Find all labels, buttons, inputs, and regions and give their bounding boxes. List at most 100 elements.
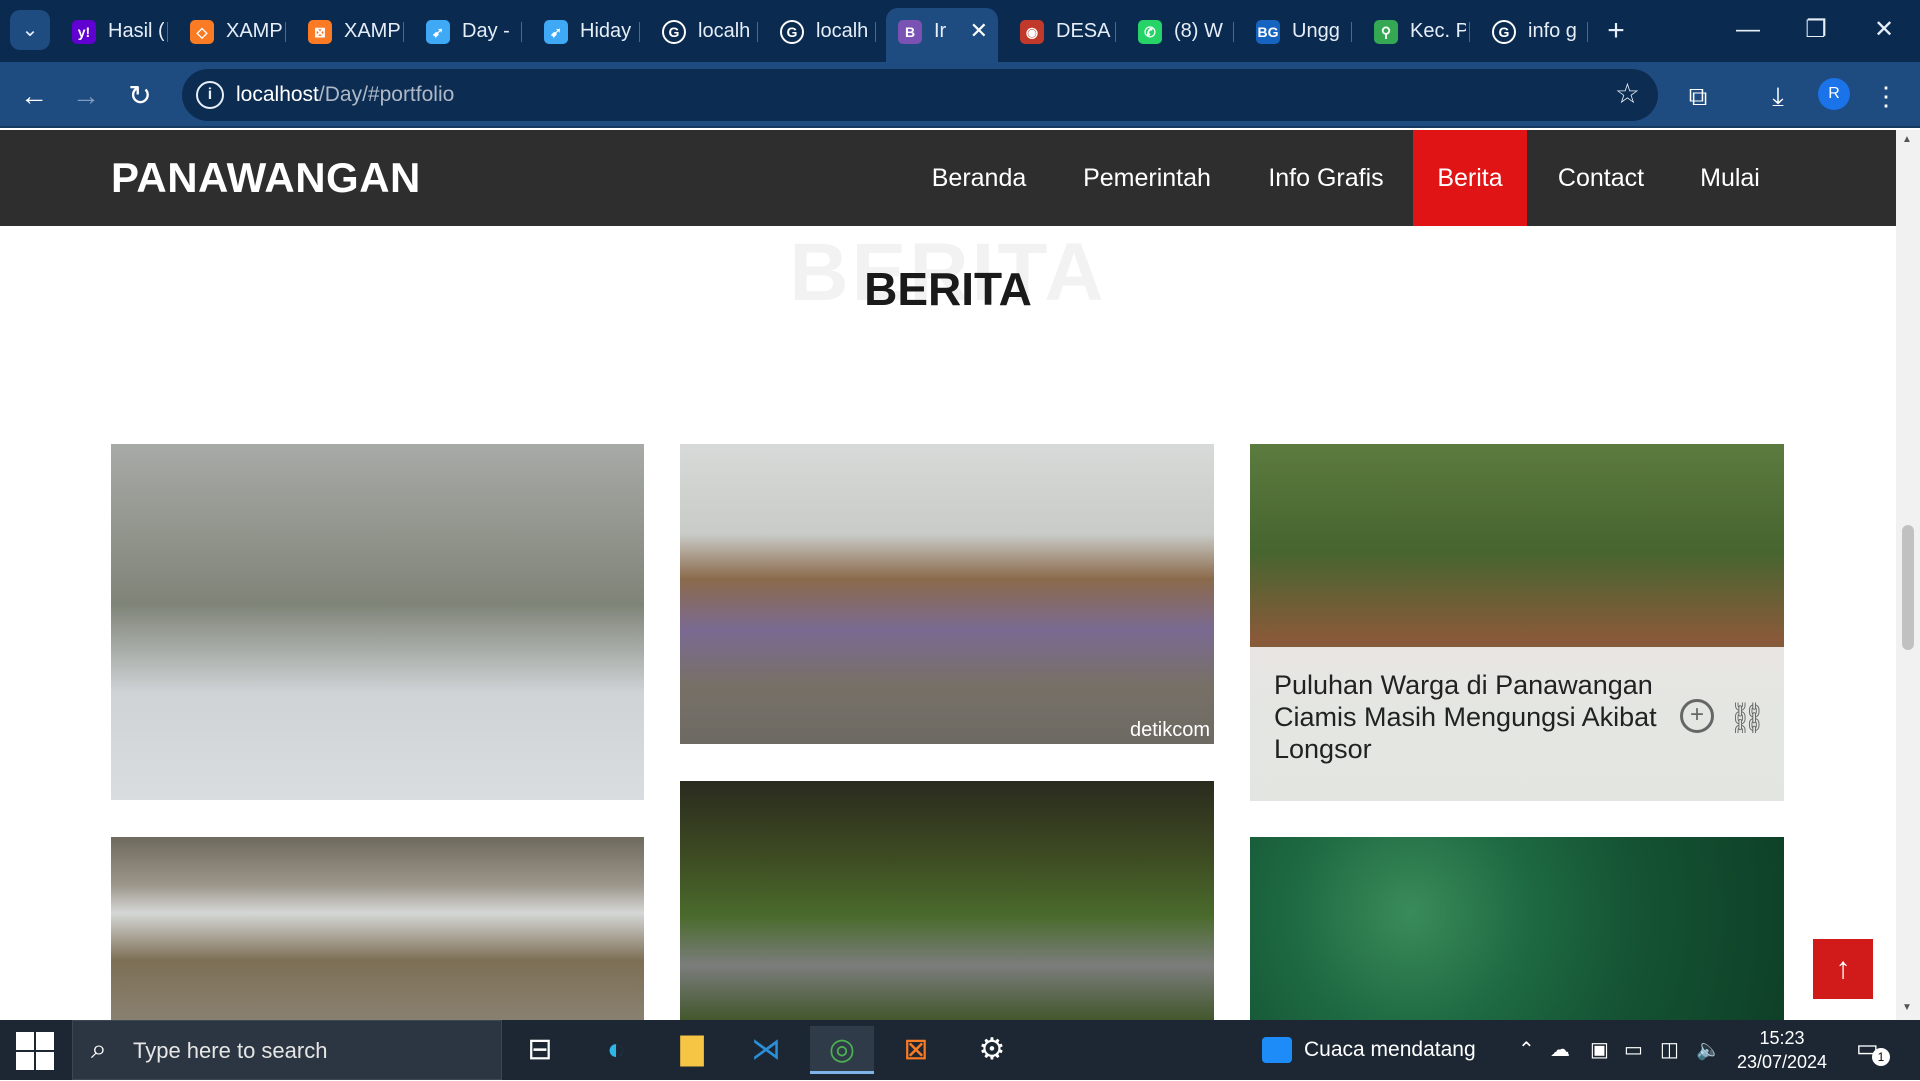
tab-10[interactable]: BG Ungg: [1244, 8, 1352, 54]
tab-separator: [1469, 22, 1470, 42]
news-card-village-road[interactable]: [111, 837, 644, 1020]
tab-title: (8) W: [1174, 20, 1223, 42]
nav-beranda[interactable]: Beranda: [910, 130, 1048, 226]
tab-6[interactable]: Glocalh: [768, 8, 876, 54]
nav-berita[interactable]: Berita: [1413, 130, 1527, 226]
tab-7[interactable]: B Ir ✕: [886, 8, 998, 62]
scroll-up-icon[interactable]: ▲: [1902, 134, 1912, 145]
bird-icon: ➹: [426, 20, 450, 44]
network-icon[interactable]: ▭: [1624, 1020, 1643, 1080]
back-button[interactable]: ←: [14, 76, 54, 116]
site-info-icon[interactable]: i: [196, 81, 224, 109]
tray-chevron-icon[interactable]: ⌃: [1518, 1020, 1535, 1080]
tab-strip: ⌄ y! Hasil (◇ XAMP ⊠ XAMP ➹ Day - ➹ Hiday Glocalh…: [0, 0, 1920, 62]
bootstrap-icon: B: [898, 20, 922, 44]
tab-separator: [1587, 22, 1588, 42]
close-window-button[interactable]: ✕: [1850, 0, 1918, 60]
tab-12[interactable]: Ginfo g: [1480, 8, 1588, 54]
weather-widget[interactable]: Cuaca mendatang: [1262, 1020, 1476, 1080]
site-navbar: PANAWANGAN Beranda Pemerintah Info Grafi…: [0, 130, 1896, 226]
forward-button[interactable]: →: [66, 76, 106, 116]
zoom-in-icon[interactable]: +: [1680, 699, 1714, 733]
news-card-forest-road[interactable]: [680, 781, 1214, 1020]
back-to-top-button[interactable]: ↑: [1813, 939, 1873, 999]
link-icon[interactable]: ⛓: [1728, 701, 1766, 736]
taskbar-clock[interactable]: 15:23 23/07/2024: [1730, 1026, 1834, 1074]
windows-start-icon[interactable]: [14, 1030, 54, 1070]
bird-icon: ➹: [544, 20, 568, 44]
tab-11[interactable]: ⚲ Kec. P: [1362, 8, 1470, 54]
clock-time: 15:23: [1759, 1028, 1805, 1048]
tab-title: info g: [1528, 20, 1577, 42]
nav-info-grafis[interactable]: Info Grafis: [1246, 130, 1406, 226]
address-bar[interactable]: i localhost/Day/#portfolio ☆: [182, 69, 1658, 121]
nav-mulai[interactable]: Mulai: [1680, 130, 1780, 226]
news-card-aerial-forest[interactable]: [1250, 837, 1784, 1020]
tab-separator: [1233, 22, 1234, 42]
edge-icon[interactable]: ◐: [584, 1026, 648, 1074]
google-icon: G: [780, 20, 804, 44]
page-scrollbar[interactable]: ▲ ▼: [1896, 130, 1920, 1020]
tab-3[interactable]: ➹ Day -: [414, 8, 522, 54]
tab-separator: [1351, 22, 1352, 42]
scroll-down-icon[interactable]: ▼: [1902, 1002, 1912, 1013]
tab-close-icon[interactable]: ✕: [970, 8, 988, 54]
browser-toolbar: ← → ↻ i localhost/Day/#portfolio ☆ ⧉ ⤓ ⋮: [0, 62, 1920, 128]
bg-icon: BG: [1256, 20, 1280, 44]
tab-4[interactable]: ➹ Hiday: [532, 8, 640, 54]
tab-2[interactable]: ⊠ XAMP: [296, 8, 404, 54]
nav-contact[interactable]: Contact: [1544, 130, 1658, 226]
menu-kebab-icon[interactable]: ⋮: [1866, 76, 1906, 116]
vscode-icon[interactable]: ⋊: [734, 1026, 798, 1074]
tab-8[interactable]: ◉ DESA: [1008, 8, 1116, 54]
tab-title: XAMP: [344, 20, 400, 42]
news-card-flag-ceremony[interactable]: [111, 444, 644, 800]
site-brand[interactable]: PANAWANGAN: [111, 130, 421, 226]
tab-0[interactable]: y! Hasil (: [60, 8, 168, 54]
download-icon[interactable]: ⤓: [1758, 76, 1798, 116]
search-icon: ⌕: [91, 1033, 107, 1064]
bookmark-star-icon[interactable]: ☆: [1615, 77, 1640, 110]
news-card-landslide[interactable]: Puluhan Warga di Panawangan Ciamis Masih…: [1250, 444, 1784, 801]
reload-button[interactable]: ↻: [120, 76, 160, 116]
xampp-icon[interactable]: ⊠: [884, 1026, 948, 1074]
task-view-icon[interactable]: ⊟: [508, 1026, 572, 1074]
notification-icon[interactable]: ▭ 1: [1856, 1034, 1890, 1066]
scrollbar-thumb[interactable]: [1902, 525, 1914, 650]
tab-separator: [521, 22, 522, 42]
nav-pemerintah[interactable]: Pemerintah: [1068, 130, 1226, 226]
news-card-school-gate[interactable]: detikcom: [680, 444, 1214, 744]
url-text[interactable]: localhost/Day/#portfolio: [236, 69, 454, 121]
tab-separator: [757, 22, 758, 42]
chrome-icon[interactable]: ◎: [810, 1026, 874, 1074]
tab-title: XAMP: [226, 20, 282, 42]
minimize-button[interactable]: —: [1714, 0, 1782, 60]
device-icon[interactable]: ▣: [1590, 1020, 1609, 1080]
settings-gear-icon[interactable]: ⚙: [960, 1026, 1024, 1074]
tab-separator: [639, 22, 640, 42]
card-caption-title[interactable]: Puluhan Warga di Panawangan Ciamis Masih…: [1274, 669, 1704, 765]
card-caption-overlay: Puluhan Warga di Panawangan Ciamis Masih…: [1250, 647, 1784, 801]
extensions-icon[interactable]: ⧉: [1678, 76, 1718, 116]
seal-icon: ◉: [1020, 20, 1044, 44]
tab-title: Day -: [462, 20, 510, 42]
profile-avatar[interactable]: R: [1818, 78, 1850, 110]
taskbar-search[interactable]: ⌕ Type here to search: [72, 1020, 502, 1080]
tab-separator: [1115, 22, 1116, 42]
tab-separator: [167, 22, 168, 42]
volume-muted-icon[interactable]: 🔈: [1696, 1020, 1721, 1080]
section-title: BERITA: [864, 263, 1032, 315]
tab-9[interactable]: ✆ (8) W: [1126, 8, 1234, 54]
onedrive-icon[interactable]: ☁: [1550, 1020, 1570, 1080]
file-explorer-icon[interactable]: ▇: [660, 1026, 724, 1074]
new-tab-button[interactable]: +: [1596, 8, 1636, 54]
tab-title: DESA: [1056, 20, 1111, 42]
web-page: PANAWANGAN Beranda Pemerintah Info Grafi…: [0, 130, 1896, 1020]
tab-search-button[interactable]: ⌄: [10, 10, 50, 50]
tab-title: Ungg: [1292, 20, 1340, 42]
wifi-icon[interactable]: ◫: [1660, 1020, 1679, 1080]
tab-5[interactable]: Glocalh: [650, 8, 758, 54]
restore-button[interactable]: ❐: [1782, 0, 1850, 60]
tab-1[interactable]: ◇ XAMP: [178, 8, 286, 54]
detikcom-watermark: detikcom: [1129, 719, 1210, 741]
